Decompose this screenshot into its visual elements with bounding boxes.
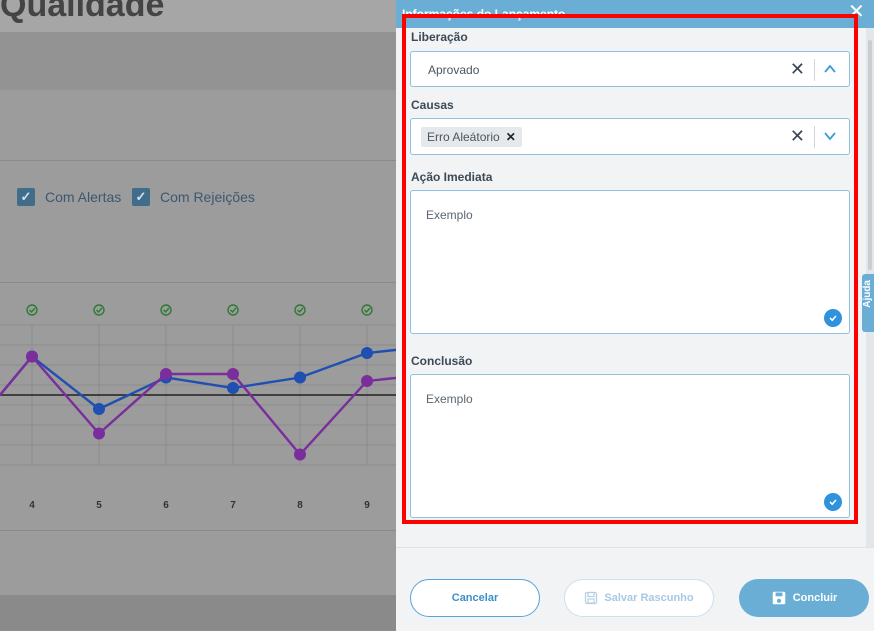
- floppy-disk-icon: [585, 591, 598, 605]
- series-point: [294, 371, 306, 384]
- page-footer: [0, 595, 400, 630]
- series-point: [361, 347, 373, 359]
- concluir-button-label: Concluir: [792, 592, 838, 604]
- checkbox-label: Com Alertas: [45, 189, 122, 205]
- help-tab[interactable]: Ajuda: [862, 274, 874, 332]
- check-circle-icon: [227, 304, 239, 316]
- check-circle-icon: [26, 304, 38, 316]
- check-circle-icon: [364, 307, 371, 314]
- series-point: [160, 368, 172, 380]
- check-circle-icon: [297, 307, 304, 314]
- check-circle-icon: [163, 307, 170, 314]
- series-point: [26, 350, 38, 363]
- checkbox-com-alertas[interactable]: ✓ Com Alertas: [17, 188, 121, 206]
- x-tick-label: 6: [163, 500, 169, 511]
- check-circle-icon: [93, 304, 105, 316]
- series-point: [227, 368, 239, 380]
- x-tick-label: 4: [29, 500, 35, 511]
- checkbox-com-rejeicoes[interactable]: ✓ Com Rejeições: [132, 188, 255, 206]
- floppy-disk-icon: [772, 591, 785, 605]
- cancel-button-label: Cancelar: [451, 592, 499, 604]
- x-tick-label: 5: [96, 500, 102, 511]
- x-tick-label: 8: [297, 500, 303, 511]
- checkbox-check-icon[interactable]: ✓: [132, 188, 150, 206]
- check-circle-icon: [29, 307, 36, 314]
- line-chart: 4 5 6 7 8 9: [0, 304, 400, 511]
- save-draft-button[interactable]: Salvar Rascunho: [564, 579, 714, 617]
- divider: [0, 160, 400, 161]
- save-draft-button-label: Salvar Rascunho: [604, 592, 694, 604]
- scrollbar-thumb[interactable]: [868, 40, 872, 270]
- divider: [0, 282, 400, 283]
- series-point: [93, 427, 105, 440]
- series-point: [93, 403, 105, 415]
- check-circle-icon: [96, 307, 103, 314]
- highlight-box: [402, 14, 858, 524]
- series-point: [361, 375, 373, 387]
- help-tab-label: Ajuda: [862, 280, 873, 308]
- divider: [0, 530, 400, 531]
- series-point: [294, 448, 306, 461]
- checkbox-check-icon[interactable]: ✓: [17, 188, 35, 206]
- drawer-footer: Cancelar Salvar Rascunho Concluir: [396, 547, 874, 631]
- check-circle-icon: [230, 307, 237, 314]
- x-tick-label: 9: [364, 500, 370, 511]
- checkbox-label: Com Rejeições: [160, 189, 255, 205]
- check-circle-icon: [361, 304, 373, 316]
- check-circle-icon: [160, 304, 172, 316]
- cancel-button[interactable]: Cancelar: [410, 579, 540, 617]
- page-title: Qualidade: [0, 0, 165, 24]
- concluir-button[interactable]: Concluir: [739, 579, 869, 617]
- series-point: [227, 382, 239, 394]
- series-line: [0, 348, 400, 411]
- check-circle-icon: [294, 304, 306, 316]
- x-tick-label: 7: [230, 500, 236, 511]
